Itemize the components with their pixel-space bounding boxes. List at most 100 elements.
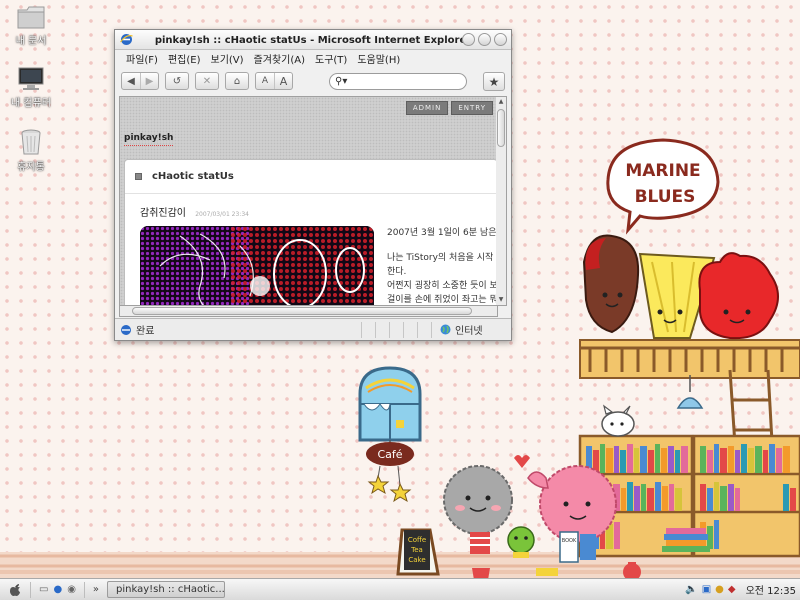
scroll-down-icon[interactable]: ▼ — [497, 296, 505, 304]
close-button[interactable] — [494, 33, 507, 46]
web-page-viewport[interactable]: ADMIN ENTRY pinkay!sh cHaotic statUs 감취진… — [119, 96, 498, 306]
star-icon: ★ — [488, 74, 500, 89]
abstract-art-image — [140, 226, 374, 305]
post-title-line: 감취진감이 2007/03/01 23:34 — [140, 204, 249, 219]
post-line: 나는 TiStory의 처음을 시작 — [387, 253, 494, 263]
entry-link[interactable]: ENTRY — [451, 101, 493, 115]
apple-logo-icon — [9, 583, 20, 596]
maximize-button[interactable] — [478, 33, 491, 46]
quicklaunch-chevron[interactable]: » — [85, 584, 107, 595]
board-line3: Cake — [408, 556, 425, 564]
book-label: BOOK — [562, 538, 577, 544]
internet-explorer-icon — [120, 34, 133, 45]
cafe-board: Coffe Tea Cake — [396, 528, 440, 576]
forward-arrow-icon: ▶ — [145, 75, 154, 87]
navigation-toolbar: ◀ ▶ ↺ ✕ ⌂ A A ⚲▾ ★ — [115, 67, 511, 95]
cafe-window: Café — [358, 366, 422, 503]
clock[interactable]: 오전 12:35 — [746, 582, 796, 597]
messenger-icon[interactable]: ● — [715, 584, 724, 595]
minimize-button[interactable] — [462, 33, 475, 46]
vertical-scrollbar[interactable]: ▲ ▼ — [496, 96, 507, 306]
window-title: pinkay!sh :: cHaotic statUs - Microsoft … — [154, 35, 472, 46]
menu-help[interactable]: 도움말(H) — [352, 51, 405, 66]
desktop-icon-recycle-bin[interactable]: 휴지통 — [8, 128, 54, 173]
post-card: cHaotic statUs 감취진감이 2007/03/01 23:34 20… — [124, 159, 498, 305]
page-done-icon — [121, 324, 131, 335]
quick-launch: ▭ ● ◉ — [30, 581, 85, 598]
refresh-button[interactable]: ↺ — [166, 73, 188, 89]
cafe-sign-text: Café — [377, 448, 402, 461]
horizontal-scroll-thumb[interactable] — [132, 307, 472, 315]
desktop-icon-my-documents[interactable]: 내 문서 — [8, 4, 54, 47]
stop-icon: ✕ — [202, 75, 212, 87]
media-player-icon[interactable]: ◉ — [67, 584, 76, 595]
trash-icon — [21, 129, 41, 155]
security-zone-label: 인터넷 — [455, 326, 483, 337]
taskbar-item-browser[interactable]: pinkay!sh :: cHaotic... — [107, 581, 226, 598]
blog-name-link[interactable]: pinkay!sh — [124, 133, 174, 146]
stop-button[interactable]: ✕ — [196, 73, 218, 89]
cat-character — [601, 404, 635, 437]
menu-edit[interactable]: 편집(E) — [163, 51, 206, 66]
menu-view[interactable]: 보기(V) — [206, 51, 249, 66]
strawberry-character — [698, 252, 779, 340]
vertical-scroll-thumb[interactable] — [497, 109, 505, 147]
ladder — [728, 369, 780, 551]
network-icon[interactable]: ▣ — [702, 584, 711, 595]
shield-icon[interactable]: ◆ — [728, 584, 736, 595]
category-title[interactable]: cHaotic statUs — [152, 171, 234, 182]
gray-fuzzy-character — [443, 465, 513, 554]
forward-button[interactable]: ▶ — [140, 73, 158, 89]
sign-line2: BLUES — [635, 187, 696, 207]
post-date: 2007/03/01 23:34 — [195, 211, 249, 218]
marine-blues-sign: MARINE BLUES — [606, 138, 720, 235]
text-larger-button[interactable]: A — [274, 73, 292, 89]
back-button[interactable]: ◀ — [122, 73, 140, 89]
board-line1: Coffe — [408, 536, 426, 544]
folder-icon — [17, 6, 45, 29]
back-arrow-icon: ◀ — [127, 75, 135, 87]
green-character — [507, 526, 535, 558]
start-button[interactable] — [0, 583, 30, 597]
system-tray: 🔈 ▣ ● ◆ 오전 12:35 — [685, 582, 796, 597]
post-body: 2007년 3월 1일이 6분 남은 지 나는 TiStory의 처음을 시작 … — [387, 226, 498, 305]
bookshelf — [578, 434, 800, 558]
desktop-icon-label: 휴지통 — [17, 162, 45, 173]
desktop-icon-label: 내 문서 — [15, 36, 47, 47]
admin-link[interactable]: ADMIN — [405, 101, 449, 115]
horizontal-scrollbar[interactable] — [119, 306, 498, 317]
show-desktop-icon[interactable]: ▭ — [39, 584, 48, 595]
computer-icon — [18, 67, 44, 90]
post-line: 2007년 3월 1일이 6분 남은 지 — [387, 228, 498, 238]
board-line2: Tea — [410, 546, 423, 554]
text-smaller-button[interactable]: A — [256, 73, 274, 89]
chocolate-character — [582, 234, 640, 334]
post-line: 어쩐지 굉장히 소중한 듯이 보 — [387, 281, 498, 291]
status-bar: 완료 인터넷 — [115, 318, 511, 340]
desktop-icon-my-computer[interactable]: 내 컴퓨터 — [8, 66, 54, 109]
menu-file[interactable]: 파일(F) — [121, 51, 163, 66]
search-icon: ⚲▾ — [335, 76, 348, 87]
sign-line1: MARINE — [625, 161, 700, 181]
search-box: ⚲▾ — [329, 73, 467, 90]
post-title[interactable]: 감취진감이 — [140, 208, 186, 219]
post-image — [140, 226, 374, 305]
title-bar[interactable]: pinkay!sh :: cHaotic statUs - Microsoft … — [115, 30, 511, 50]
menu-favorites[interactable]: 즐겨찾기(A) — [249, 51, 310, 66]
browser-window[interactable]: pinkay!sh :: cHaotic statUs - Microsoft … — [114, 29, 512, 341]
desktop-icon-label: 내 컴퓨터 — [11, 98, 51, 109]
menu-tools[interactable]: 도구(T) — [310, 51, 352, 66]
scroll-up-icon[interactable]: ▲ — [497, 98, 505, 106]
status-text: 완료 — [136, 326, 155, 337]
globe-icon — [440, 324, 451, 335]
ie-quicklaunch-icon[interactable]: ● — [53, 584, 62, 595]
home-icon: ⌂ — [233, 75, 241, 87]
taskbar-item-label: pinkay!sh :: cHaotic... — [116, 584, 225, 595]
add-bookmark-button[interactable]: ★ — [483, 72, 505, 91]
post-line: 한다. — [387, 267, 407, 277]
cheese-character — [638, 252, 716, 339]
volume-icon[interactable]: 🔈 — [685, 584, 697, 595]
search-input[interactable] — [350, 76, 459, 87]
home-button[interactable]: ⌂ — [226, 73, 248, 89]
refresh-icon: ↺ — [172, 75, 182, 87]
